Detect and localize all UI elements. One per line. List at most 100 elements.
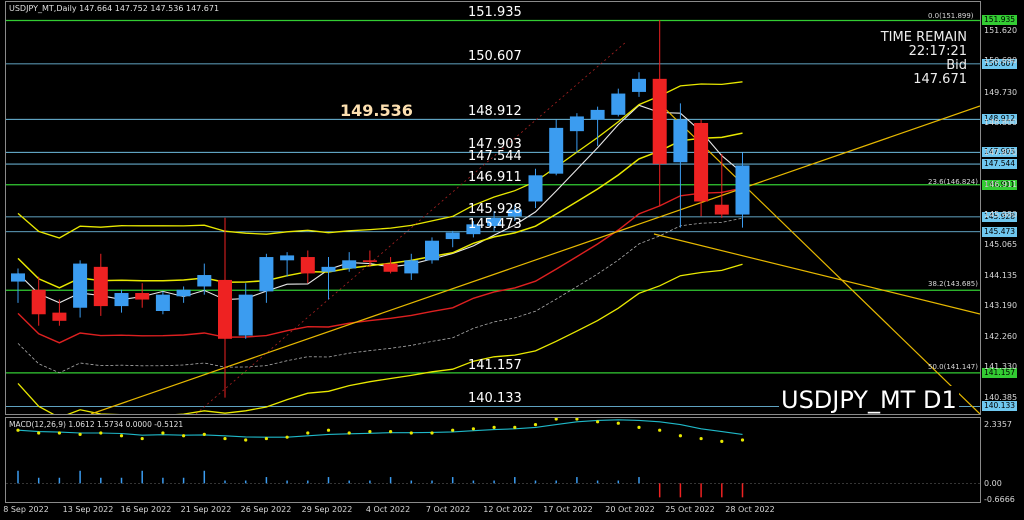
- level-label-0: 151.935: [468, 5, 522, 21]
- macd-dot-20: [430, 431, 434, 435]
- fib-label-2: 38.2(143.685): [928, 280, 978, 289]
- candle-body-21: [445, 232, 460, 240]
- bollinger-lower: [17, 263, 743, 414]
- macd-dot-18: [389, 429, 393, 434]
- macd-dot-10: [223, 436, 227, 441]
- macd-dot-14: [306, 431, 310, 435]
- macd-dot-27: [575, 418, 579, 421]
- candle-body-17: [362, 260, 377, 262]
- macd-dot-12: [264, 436, 268, 441]
- candle-body-27: [569, 116, 584, 132]
- trendline-lower: [653, 233, 980, 315]
- date-axis-label-5: 29 Sep 2022: [301, 505, 353, 514]
- candle-body-30: [632, 78, 646, 92]
- bid-label: Bid: [946, 58, 967, 73]
- macd-axis-top: 2.3357: [984, 420, 1012, 429]
- date-axis-label-9: 17 Oct 2022: [543, 505, 593, 514]
- candle-body-4: [93, 266, 108, 307]
- macd-dot-3: [78, 432, 82, 436]
- date-axis-label-6: 4 Oct 2022: [365, 505, 411, 514]
- candle-body-31: [652, 78, 667, 164]
- price-axis-label-7: 145.065: [984, 240, 1018, 250]
- macd-dot-34: [720, 439, 724, 443]
- macd-dot-26: [554, 418, 558, 421]
- macd-dot-28: [596, 420, 600, 424]
- price-axis-label-6: 145.980: [984, 210, 1018, 220]
- candle-body-6: [135, 293, 150, 300]
- level-label-9: 140.133: [468, 391, 522, 407]
- price-axis-label-5: 146.911: [984, 179, 1018, 189]
- macd-dot-2: [57, 431, 62, 435]
- candle-body-16: [342, 260, 357, 269]
- macd-dot-32: [678, 434, 683, 438]
- level-label-5: 146.911: [468, 169, 522, 185]
- candle-body-15: [321, 266, 336, 272]
- macd-dot-33: [699, 436, 703, 441]
- fib-diagonal: [195, 41, 627, 414]
- date-axis-label-7: 7 Oct 2022: [425, 505, 471, 514]
- date-axis-label-2: 16 Sep 2022: [120, 505, 172, 514]
- date-axis-label-11: 25 Oct 2022: [665, 505, 715, 514]
- price-axis-label-9: 143.190: [984, 301, 1018, 311]
- bid-value: 147.671: [913, 72, 967, 87]
- fib-label-3: 50.0(141.147): [928, 363, 978, 372]
- price-axis-label-11: 141.330: [984, 362, 1018, 372]
- level-label-1: 150.607: [468, 48, 522, 64]
- candle-body-3: [73, 263, 88, 308]
- ohlc-values: 147.664 147.752 147.536 147.671: [79, 4, 220, 13]
- macd-dot-9: [202, 432, 206, 436]
- level-label-6: 145.928: [468, 201, 522, 217]
- candle-body-9: [197, 275, 212, 287]
- level-tag-9: 140.133: [982, 401, 1018, 412]
- level-tag-4: 147.544: [982, 159, 1018, 170]
- candle-body-32: [673, 119, 688, 163]
- macd-dot-22: [471, 427, 475, 431]
- price-axis-label-0: 151.620: [984, 25, 1018, 35]
- date-axis-label-4: 26 Sep 2022: [240, 505, 292, 514]
- date-axis-label-10: 20 Oct 2022: [605, 505, 655, 514]
- date-axis-label-3: 21 Sep 2022: [180, 505, 232, 514]
- macd-panel[interactable]: [5, 417, 981, 503]
- countdown-panel: TIME REMAIN 22:17:21 Bid 147.671: [881, 31, 967, 87]
- macd-axis-zero: 0.00: [984, 479, 1002, 489]
- macd-dot-5: [119, 434, 124, 438]
- macd-dot-6: [140, 436, 144, 441]
- candle-body-13: [280, 255, 295, 261]
- macd-dot-29: [616, 421, 620, 425]
- macd-dot-21: [451, 428, 455, 432]
- fib-label-1: 23.6(146.824): [928, 177, 978, 186]
- macd-dot-23: [492, 425, 496, 429]
- macd-label: MACD(12,26,9) 1.0612 1.5734 0.0000 -0.51…: [9, 420, 184, 429]
- fib-label-0: 0.0(151.899): [928, 11, 974, 20]
- candle-body-12: [259, 257, 274, 292]
- date-axis-label-8: 12 Oct 2022: [483, 505, 533, 514]
- candle-body-34: [714, 204, 729, 215]
- candle-body-2: [52, 312, 67, 321]
- macd-dot-24: [513, 425, 517, 429]
- macd-dot-17: [368, 429, 372, 434]
- candle-body-0: [11, 273, 25, 282]
- price-axis-label-10: 142.260: [984, 331, 1018, 341]
- macd-dot-15: [326, 428, 331, 432]
- time-remain-label: TIME REMAIN: [880, 30, 967, 45]
- candle-body-5: [114, 293, 129, 307]
- bollinger-mid: [17, 132, 743, 289]
- candle-body-8: [176, 289, 191, 297]
- candle-body-25: [528, 175, 543, 202]
- price-axis-label-4: 147.870: [984, 148, 1018, 158]
- chart-window: USDJPY_MT,Daily 147.664 147.752 147.536 …: [0, 0, 1024, 520]
- candle-body-7: [155, 294, 170, 311]
- date-axis-label-1: 13 Sep 2022: [62, 505, 114, 514]
- macd-dot-4: [99, 431, 103, 435]
- price-axis-label-2: 149.730: [984, 87, 1018, 97]
- price-axis-label-1: 150.690: [984, 56, 1018, 66]
- macd-dot-16: [347, 431, 351, 435]
- macd-chart-svg[interactable]: [6, 418, 980, 502]
- macd-dot-19: [409, 431, 413, 435]
- candle-body-10: [218, 279, 232, 339]
- candle-body-19: [404, 260, 419, 274]
- macd-dot-35: [740, 438, 745, 442]
- macd-dot-11: [244, 438, 248, 442]
- macd-dot-25: [533, 422, 538, 427]
- price-axis-label-12: 140.385: [984, 393, 1018, 403]
